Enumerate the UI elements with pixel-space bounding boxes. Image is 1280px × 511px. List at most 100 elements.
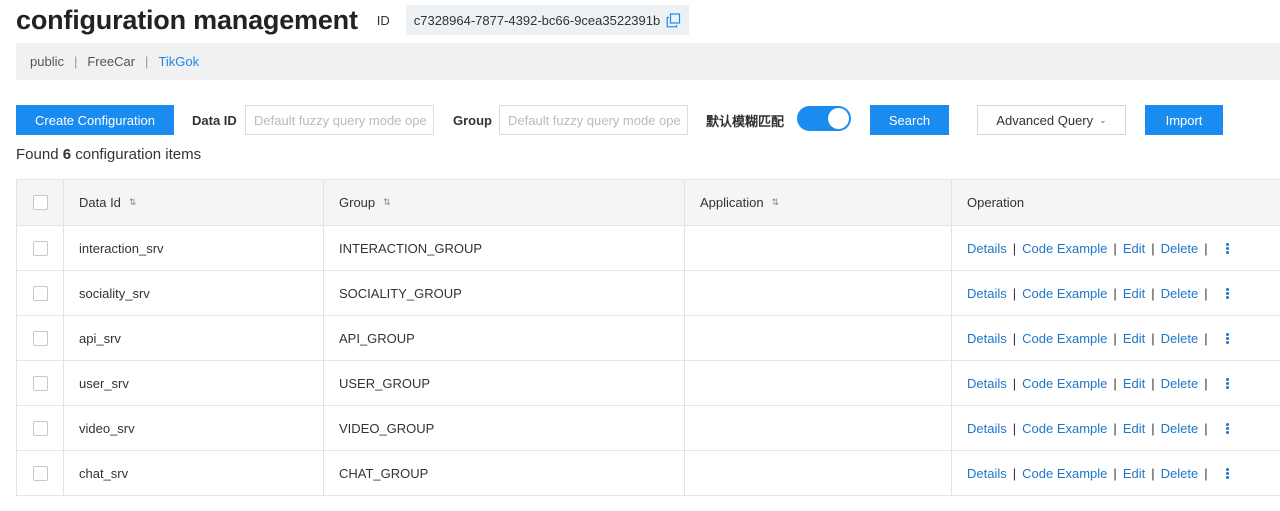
- header-data-id[interactable]: Data Id ⇅: [64, 180, 324, 225]
- namespace-separator: |: [145, 54, 149, 69]
- more-icon[interactable]: [1225, 422, 1229, 434]
- group-input[interactable]: Default fuzzy query mode ope: [499, 105, 688, 135]
- header-operation: Operation: [952, 180, 1280, 225]
- op-separator: |: [1113, 465, 1117, 481]
- op-separator: |: [1113, 285, 1117, 301]
- create-configuration-button[interactable]: Create Configuration: [16, 105, 174, 135]
- code-example-link[interactable]: Code Example: [1022, 241, 1107, 256]
- summary-prefix: Found: [16, 146, 59, 163]
- details-link[interactable]: Details: [967, 331, 1007, 346]
- op-separator: |: [1151, 375, 1155, 391]
- search-button[interactable]: Search: [870, 105, 949, 135]
- edit-link[interactable]: Edit: [1123, 331, 1145, 346]
- namespace-public[interactable]: public: [30, 54, 64, 69]
- op-separator: |: [1113, 375, 1117, 391]
- more-icon[interactable]: [1225, 287, 1229, 299]
- row-checkbox[interactable]: [32, 240, 48, 256]
- op-separator: |: [1012, 420, 1017, 436]
- delete-link[interactable]: Delete: [1161, 466, 1199, 481]
- copy-icon[interactable]: [666, 12, 681, 28]
- delete-link[interactable]: Delete: [1161, 241, 1199, 256]
- code-example-link[interactable]: Code Example: [1022, 286, 1107, 301]
- edit-link[interactable]: Edit: [1123, 241, 1145, 256]
- op-separator: |: [1204, 330, 1208, 346]
- namespace-bar: public | FreeCar | TikGok: [16, 43, 1280, 80]
- namespace-id-box: c7328964-7877-4392-bc66-9cea3522391b: [405, 5, 690, 35]
- op-separator: |: [1204, 465, 1208, 481]
- data-id-cell: chat_srv: [64, 451, 324, 495]
- table-row: chat_srv CHAT_GROUP Details | Code Example…: [17, 451, 1280, 496]
- header-group[interactable]: Group ⇅: [324, 180, 685, 225]
- more-icon[interactable]: [1225, 377, 1229, 389]
- table-header-row: Data Id ⇅ Group ⇅ Application ⇅ Operation: [17, 180, 1280, 226]
- header-application-label: Application: [700, 195, 764, 210]
- table-row: user_srv USER_GROUP Details | Code Example…: [17, 361, 1280, 406]
- chevron-down-icon: ⌄: [1099, 114, 1107, 125]
- row-select-cell: [17, 316, 64, 360]
- row-checkbox[interactable]: [32, 375, 48, 391]
- op-separator: |: [1113, 420, 1117, 436]
- group-cell: SOCIALITY_GROUP: [324, 271, 685, 315]
- group-cell: INTERACTION_GROUP: [324, 226, 685, 270]
- details-link[interactable]: Details: [967, 376, 1007, 391]
- row-checkbox[interactable]: [32, 420, 48, 436]
- data-id-label: Data ID: [192, 112, 237, 128]
- operation-cell: Details | Code Example | Edit | Delete |: [952, 316, 1280, 360]
- edit-link[interactable]: Edit: [1123, 466, 1145, 481]
- sort-icon[interactable]: ⇅: [383, 197, 391, 208]
- row-checkbox[interactable]: [32, 330, 48, 346]
- data-id-cell: user_srv: [64, 361, 324, 405]
- row-select-cell: [17, 226, 64, 270]
- row-checkbox[interactable]: [32, 285, 48, 301]
- data-id-cell: api_srv: [64, 316, 324, 360]
- table-row: interaction_srv INTERACTION_GROUP Detail…: [17, 226, 1280, 271]
- header-data-id-label: Data Id: [79, 195, 121, 210]
- more-icon[interactable]: [1225, 332, 1229, 344]
- fuzzy-match-toggle[interactable]: [797, 106, 851, 131]
- op-separator: |: [1204, 285, 1208, 301]
- op-separator: |: [1204, 240, 1208, 256]
- table-row: video_srv VIDEO_GROUP Details | Code Examp…: [17, 406, 1280, 451]
- details-link[interactable]: Details: [967, 466, 1007, 481]
- sort-icon[interactable]: ⇅: [129, 197, 137, 208]
- data-id-cell: sociality_srv: [64, 271, 324, 315]
- details-link[interactable]: Details: [967, 286, 1007, 301]
- advanced-query-dropdown[interactable]: Advanced Query ⌄: [977, 105, 1126, 135]
- application-cell: [685, 316, 952, 360]
- group-cell: API_GROUP: [324, 316, 685, 360]
- header-application[interactable]: Application ⇅: [685, 180, 952, 225]
- delete-link[interactable]: Delete: [1161, 331, 1199, 346]
- delete-link[interactable]: Delete: [1161, 421, 1199, 436]
- delete-link[interactable]: Delete: [1161, 286, 1199, 301]
- op-separator: |: [1012, 285, 1017, 301]
- code-example-link[interactable]: Code Example: [1022, 331, 1107, 346]
- operation-cell: Details | Code Example | Edit | Delete |: [952, 271, 1280, 315]
- row-select-cell: [17, 271, 64, 315]
- details-link[interactable]: Details: [967, 241, 1007, 256]
- application-cell: [685, 406, 952, 450]
- edit-link[interactable]: Edit: [1123, 421, 1145, 436]
- select-all-checkbox[interactable]: [32, 195, 48, 210]
- code-example-link[interactable]: Code Example: [1022, 421, 1107, 436]
- more-icon[interactable]: [1225, 242, 1229, 254]
- group-label: Group: [453, 112, 492, 128]
- delete-link[interactable]: Delete: [1161, 376, 1199, 391]
- namespace-freecar[interactable]: FreeCar: [87, 54, 135, 69]
- row-select-cell: [17, 451, 64, 495]
- namespace-id-value: c7328964-7877-4392-bc66-9cea3522391b: [413, 12, 661, 28]
- code-example-link[interactable]: Code Example: [1022, 376, 1107, 391]
- more-icon[interactable]: [1225, 467, 1229, 479]
- title-row: configuration management ID c7328964-787…: [16, 2, 690, 38]
- table-row: sociality_srv SOCIALITY_GROUP Details | Co…: [17, 271, 1280, 316]
- op-separator: |: [1151, 240, 1155, 256]
- namespace-tikgok[interactable]: TikGok: [158, 54, 199, 69]
- edit-link[interactable]: Edit: [1123, 286, 1145, 301]
- row-checkbox[interactable]: [32, 465, 48, 481]
- application-cell: [685, 361, 952, 405]
- data-id-input[interactable]: Default fuzzy query mode ope: [245, 105, 434, 135]
- edit-link[interactable]: Edit: [1123, 376, 1145, 391]
- import-button[interactable]: Import: [1145, 105, 1223, 135]
- code-example-link[interactable]: Code Example: [1022, 466, 1107, 481]
- details-link[interactable]: Details: [967, 421, 1007, 436]
- sort-icon[interactable]: ⇅: [772, 197, 780, 208]
